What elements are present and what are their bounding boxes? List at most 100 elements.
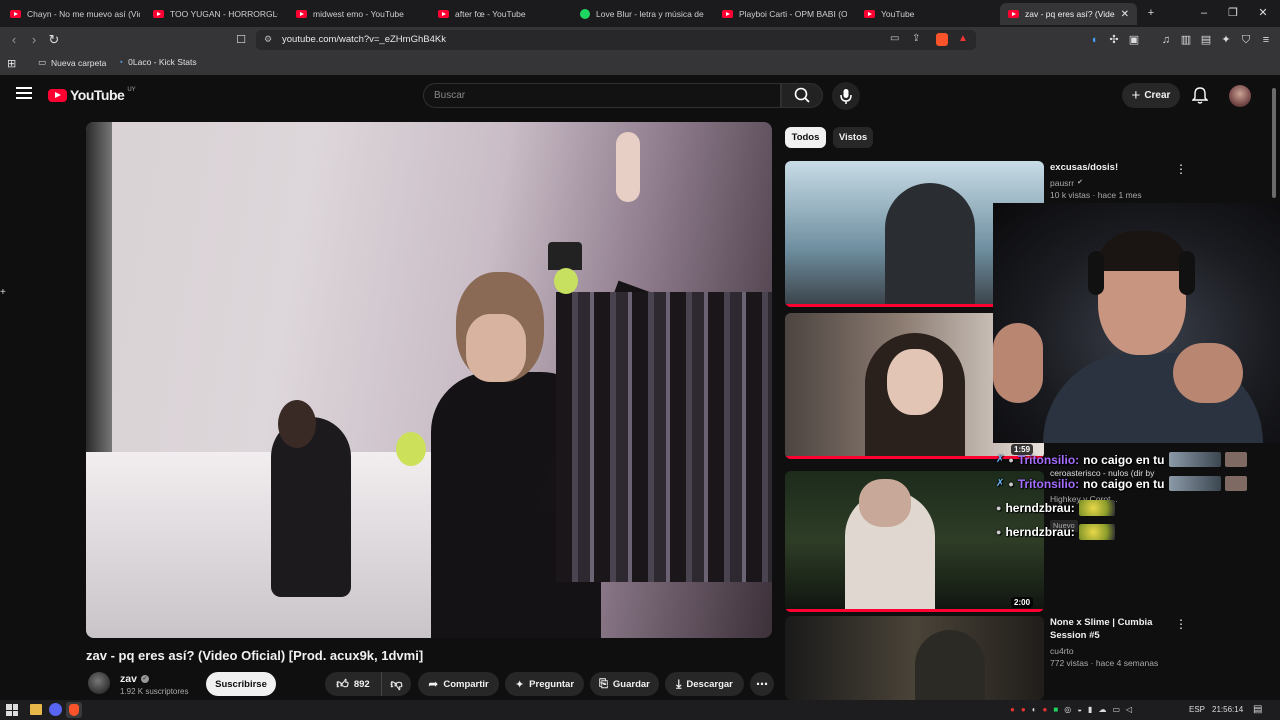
related-video-title[interactable]: excusas/dosis! (1050, 161, 1118, 174)
subscriber-count: 1.92 K suscriptores (120, 687, 189, 696)
related-video-channel[interactable]: cu4rto (1050, 645, 1074, 657)
audio-icon[interactable]: ◖ (1085, 31, 1103, 49)
close-tab-icon[interactable]: ✕ (1121, 9, 1129, 20)
vpn-icon[interactable]: ⛉ (1237, 31, 1255, 49)
tray-app-icon[interactable]: ◒ (1077, 705, 1082, 714)
chat-message: ✗ ● Tritonsilio: no caigo en tu (996, 476, 1247, 491)
brave-rewards-icon[interactable]: ▲ (958, 33, 968, 44)
tray-app-icon[interactable]: ● (1010, 705, 1015, 714)
clock[interactable]: 21:56:14 (1212, 705, 1243, 714)
browser-tab[interactable]: Playboi Carti - OPM BABI (Offi (722, 3, 847, 25)
browser-tab[interactable]: midwest emo - YouTube (296, 3, 421, 25)
person-graphic (271, 417, 351, 597)
language-indicator[interactable]: ESP (1189, 705, 1205, 714)
ask-button[interactable]: ✦ Preguntar (505, 672, 584, 696)
browser-tab[interactable]: TOO YUGAN - HORRORGLO M (153, 3, 278, 25)
bookmark-link[interactable]: ◔ 0Laco - Kick Stats (118, 57, 197, 67)
notifications-icon[interactable]: ▤ (1253, 704, 1262, 715)
related-video-meta: 772 vistas · hace 4 semanas (1050, 658, 1159, 668)
emote-image (1224, 476, 1247, 491)
more-vertical-icon[interactable]: ⋮ (1175, 617, 1187, 631)
file-explorer-icon[interactable] (30, 704, 42, 715)
brave-shields-icon[interactable] (936, 33, 948, 46)
discord-icon[interactable] (49, 703, 62, 716)
system-tray: ● ● ◐ ● ■ ◎ ◒ ▮ ☁ ▭ ◁ (1010, 705, 1132, 714)
youtube-logo[interactable]: YouTube UY (48, 87, 136, 103)
cursor-icon: + (0, 287, 6, 298)
volume-icon[interactable]: ◁ (1126, 705, 1132, 714)
browser-tab-active[interactable]: zav - pq eres así? (Video C ✕ (1000, 3, 1137, 25)
youtube-icon (153, 10, 164, 18)
new-tab-button[interactable]: + (1141, 4, 1161, 22)
browser-tab[interactable]: YouTube (864, 3, 989, 25)
channel-avatar[interactable] (88, 672, 110, 694)
save-button[interactable]: ⎘ Guardar (590, 672, 659, 696)
notifications-bell-icon[interactable] (1191, 87, 1209, 109)
channel-name-row[interactable]: zav ✓ (120, 673, 149, 685)
share-button[interactable]: ➦ Compartir (418, 672, 499, 696)
tray-app-icon[interactable]: ● (1021, 705, 1026, 714)
dislike-button[interactable]: 👎︎ (381, 672, 411, 696)
windows-start-icon[interactable] (6, 704, 18, 716)
more-actions-button[interactable]: ⋯ (750, 672, 774, 696)
close-window-button[interactable]: ✕ (1253, 4, 1273, 22)
tab-icon[interactable]: ▣ (1125, 31, 1143, 49)
scrollbar-thumb[interactable] (1272, 88, 1276, 198)
more-vertical-icon[interactable]: ⋮ (1175, 162, 1187, 176)
reload-icon[interactable]: ↻ (45, 31, 63, 49)
emote-image (1168, 476, 1221, 491)
tray-app-icon[interactable]: ■ (1053, 705, 1058, 714)
site-info-icon[interactable]: ⚙ (264, 34, 272, 45)
subscribe-button[interactable]: Suscribirse (206, 672, 276, 696)
leo-icon[interactable]: ✦ (1217, 31, 1235, 49)
chat-message: ● herndzbrau: (996, 500, 1115, 516)
download-button[interactable]: ⤓ Descargar (665, 672, 744, 696)
minimize-button[interactable]: – (1194, 4, 1214, 22)
create-button[interactable]: + Crear (1122, 83, 1180, 108)
chip-todos[interactable]: Todos (785, 127, 826, 148)
chip-vistos[interactable]: Vistos (833, 127, 873, 148)
browser-tab[interactable]: Chayn - No me muevo así (Vid (10, 3, 140, 25)
search-button[interactable] (781, 83, 823, 108)
forward-icon[interactable]: › (25, 31, 43, 49)
browser-tab[interactable]: Love Blur - letra y música de sl (580, 3, 705, 25)
chat-message: ✗ ● Tritonsilio: no caigo en tu (996, 452, 1247, 467)
avatar[interactable] (1229, 85, 1251, 107)
wallet-icon[interactable]: ▤ (1197, 31, 1215, 49)
chat-badge-icon: ● (996, 503, 1002, 513)
like-button[interactable]: 👍︎ 892 (325, 672, 381, 696)
network-icon[interactable]: ▭ (1112, 705, 1120, 714)
extensions-icon[interactable]: ✣ (1105, 31, 1123, 49)
sidebar-toggle-icon[interactable]: ▥ (1177, 31, 1195, 49)
screen-icon[interactable]: ▭ (890, 33, 899, 44)
tray-app-icon[interactable]: ▮ (1088, 705, 1092, 714)
watched-progress-bar (785, 609, 1044, 612)
tray-app-icon[interactable]: ☁ (1098, 705, 1106, 714)
brave-taskbar-button[interactable] (66, 702, 82, 718)
restore-button[interactable]: ❐ (1223, 4, 1243, 22)
tray-app-icon[interactable]: ◐ (1032, 705, 1037, 714)
video-player[interactable] (86, 122, 772, 638)
search-input[interactable]: Buscar (423, 83, 781, 108)
tray-app-icon[interactable]: ● (1043, 705, 1048, 714)
url-field[interactable]: ⚙ youtube.com/watch?v=_eZHmGhB4Kk ▭ ⇪ ▲ (256, 30, 976, 50)
related-video-title[interactable]: None x Slime | Cumbia Session #5 (1050, 616, 1170, 642)
share-page-icon[interactable]: ⇪ (912, 33, 920, 44)
bookmark-folder[interactable]: ▭ Nueva carpeta (38, 57, 106, 68)
apps-icon[interactable]: ⊞ (7, 57, 16, 70)
sword-badge-icon: ✗ (996, 478, 1005, 489)
menu-icon[interactable]: ≡ (1257, 31, 1275, 49)
related-video-channel[interactable]: pausrr ✔ (1050, 177, 1083, 189)
hamburger-menu-icon[interactable] (16, 87, 32, 101)
related-video-thumbnail[interactable] (785, 616, 1044, 700)
bookmarks-bar: ⊞ ▭ Nueva carpeta ◔ 0Laco - Kick Stats (0, 53, 1280, 75)
folder-icon: ▭ (38, 57, 47, 67)
chat-message: ● herndzbrau: (996, 524, 1115, 540)
related-video-thumbnail[interactable]: 2:00 (785, 471, 1044, 612)
browser-tab[interactable]: after fœ - YouTube (438, 3, 563, 25)
tray-app-icon[interactable]: ◎ (1064, 705, 1071, 714)
voice-search-button[interactable] (832, 82, 860, 110)
bookmark-icon[interactable]: ☐ (232, 31, 250, 49)
music-icon[interactable]: ♫ (1157, 31, 1175, 49)
back-icon[interactable]: ‹ (5, 31, 23, 49)
